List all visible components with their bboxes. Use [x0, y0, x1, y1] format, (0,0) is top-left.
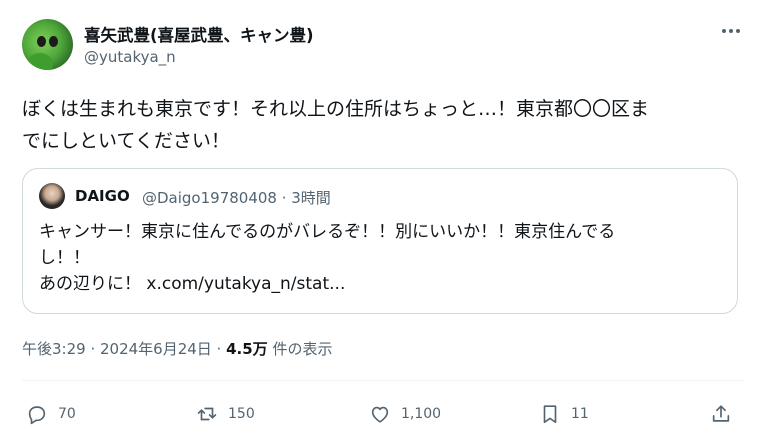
quoted-author-avatar: [39, 183, 65, 209]
heart-icon: [371, 406, 389, 423]
tweet-timestamp: 午後3:29 · 2024年6月24日 · 4.5万 件の表示: [22, 338, 332, 359]
reply-count: 70: [58, 406, 76, 422]
bookmark-count: 11: [571, 406, 589, 422]
author-display-name[interactable]: 喜矢武豊(喜屋武豊、キャン豊): [84, 22, 314, 46]
bookmark-button[interactable]: 11: [539, 400, 589, 428]
reply-icon: [28, 406, 46, 425]
quoted-tweet-card[interactable]: DAIGO @Daigo19780408 · 3時間 キャンサー！東京に住んでる…: [22, 168, 738, 314]
tweet-text-line: でにしといてください！: [22, 130, 230, 152]
views-count: 4.5万: [226, 340, 268, 358]
like-button[interactable]: 1,100: [369, 400, 441, 428]
share-icon: [712, 405, 730, 422]
tweet-text: ぼくは生まれも東京です！それ以上の住所はちょっと…！東京都〇〇区ま でにしといて…: [22, 93, 752, 157]
divider: [22, 380, 744, 381]
quoted-text-line: キャンサー！東京に住んでるのがバレるぞ！！別にいいか！！東京住んでる: [39, 222, 616, 242]
repost-button[interactable]: 150: [196, 400, 255, 428]
quoted-tweet-text: キャンサー！東京に住んでるのがバレるぞ！！別にいいか！！東京住んでる し！！ あ…: [39, 219, 719, 297]
share-button[interactable]: [710, 400, 732, 428]
like-count: 1,100: [401, 406, 442, 422]
repost-count: 150: [228, 406, 255, 422]
more-options-button[interactable]: [720, 22, 742, 40]
quoted-author-name: DAIGO: [75, 187, 130, 205]
views-label: 件の表示: [267, 340, 333, 358]
quoted-text-line: あの辺りに！ x.com/yutakya_n/stat...: [39, 274, 346, 294]
timestamp-text[interactable]: 午後3:29 · 2024年6月24日 ·: [22, 340, 226, 358]
quoted-text-line: し！！: [39, 248, 90, 268]
bookmark-icon: [543, 405, 557, 424]
more-horiz-icon: [722, 29, 740, 33]
author-handle[interactable]: @yutakya_n: [84, 48, 176, 66]
quoted-tweet-meta: @Daigo19780408 · 3時間: [142, 189, 331, 207]
reply-button[interactable]: 70: [26, 400, 76, 428]
repost-icon: [197, 407, 217, 421]
author-avatar[interactable]: [22, 19, 73, 70]
tweet-text-line: ぼくは生まれも東京です！それ以上の住所はちょっと…！東京都〇〇区ま: [22, 98, 650, 120]
